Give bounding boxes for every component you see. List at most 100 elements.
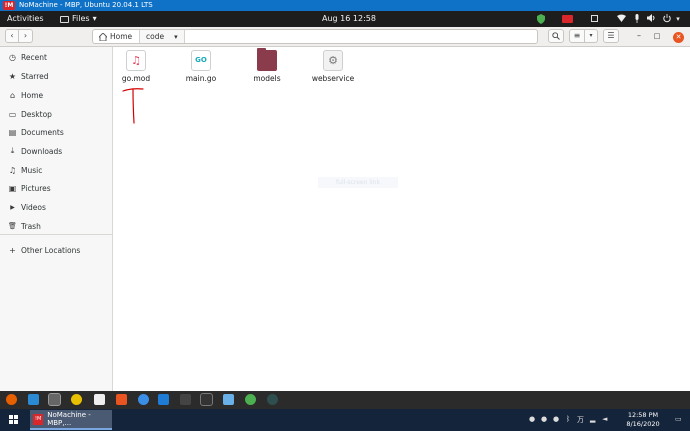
window-title: NoMachine - MBP, Ubuntu 20.04.1 LTS [19,1,153,9]
search-button[interactable] [548,29,564,43]
notification-icon[interactable]: ▭ [675,415,682,423]
sidebar-item-label: Pictures [21,183,51,193]
taskbar-item-label: NoMachine - MBP,... [47,411,91,427]
tray-app-icon[interactable]: ● [541,415,547,423]
nomachine-title-bar: !M NoMachine - MBP, Ubuntu 20.04.1 LTS [0,0,690,11]
sidebar-item-label: Trash [21,221,41,231]
download-icon: ⤓ [10,146,15,155]
breadcrumb-home-label: Home [110,32,133,41]
firefox-icon[interactable] [6,394,17,405]
sidebar-item-videos[interactable]: ▶ Videos [0,198,112,216]
files-app-menu[interactable]: Files ▾ [60,11,97,27]
documents-icon: ▤ [8,127,17,137]
overlay-label: full-screen link [318,177,398,188]
terminal-icon[interactable] [200,393,213,406]
file-item-go-mod[interactable]: ♫ go.mod [111,50,161,83]
top-bar-clock[interactable]: Aug 16 12:58 [322,11,376,27]
clock-time: 12:58 PM [627,411,659,419]
app-dock-icon[interactable] [267,394,278,405]
path-bar: Home code ▾ [92,29,538,44]
breadcrumb-code[interactable]: code ▾ [139,30,185,43]
sidebar-item-other-locations[interactable]: + Other Locations [0,241,112,259]
folder-icon [257,48,277,71]
chevron-down-icon: ▾ [92,14,97,23]
music-icon: ♫ [8,165,17,175]
chrome-icon[interactable] [245,394,256,405]
plus-icon: + [9,245,16,255]
sidebar-item-label: Music [21,165,43,175]
volume-icon[interactable]: ◄ [602,415,607,423]
sidebar-item-trash[interactable]: 🗑 Trash [0,217,112,235]
file-name: main.go [185,74,217,83]
pictures-icon: ▣ [8,183,17,193]
view-options-button[interactable]: ▾ [585,29,598,43]
breadcrumb-home[interactable]: Home [95,31,136,42]
nomachine-logo-icon: !M [3,1,15,10]
maximize-button[interactable]: □ [652,31,662,41]
volume-icon[interactable] [647,14,656,24]
sidebar-item-home[interactable]: ⌂ Home [0,86,112,104]
windows-taskbar: !M NoMachine - MBP,... ● ● ● ᛒ 万 ▂ ◄ 12:… [0,409,690,431]
app-tray-icon[interactable] [591,14,600,24]
tray-app-icon[interactable]: ● [553,415,559,423]
sidebar-item-recent[interactable]: ◷ Recent [0,48,112,66]
executable-icon: ⚙ [323,50,343,71]
windows-start-icon[interactable] [9,415,19,425]
trash-icon: 🗑 [8,222,17,230]
network-icon[interactable]: ▂ [590,415,595,423]
back-button[interactable]: ‹ [5,29,19,43]
video-icon: ▶ [10,203,15,211]
display-icon[interactable] [180,394,191,405]
gnome-top-bar: Activities Files ▾ Aug 16 12:58 ▾ [0,11,690,27]
tray-app-icon[interactable]: ● [529,415,535,423]
file-item-main-go[interactable]: GO main.go [176,50,226,83]
ime-icon[interactable]: 万 [577,415,584,425]
sidebar-item-label: Recent [21,52,47,62]
files-dock-icon[interactable] [48,393,61,406]
go-file-icon: GO [191,50,211,71]
sidebar-item-label: Documents [21,127,64,137]
vscode-icon[interactable] [158,394,169,405]
help-icon[interactable] [138,394,149,405]
nomachine-tray-icon[interactable] [562,14,574,24]
sidebar-item-documents[interactable]: ▤ Documents [0,123,112,141]
chevron-down-icon: ▾ [174,32,178,41]
bluetooth-icon[interactable]: ᛒ [566,415,570,423]
sidebar-item-starred[interactable]: ★ Starred [0,67,112,85]
desktop-icon: ▭ [8,109,17,119]
folder-item-models[interactable]: models [242,48,292,83]
list-view-button[interactable]: ≡ [569,29,585,43]
sidebar-item-desktop[interactable]: ▭ Desktop [0,105,112,123]
files-app-menu-label: Files [72,14,90,23]
system-menu-arrow[interactable]: ▾ [674,14,682,24]
sidebar-item-music[interactable]: ♫ Music [0,161,112,179]
shield-icon[interactable] [536,14,545,24]
minimize-button[interactable]: – [634,31,644,41]
windows-clock[interactable]: 12:58 PM 8/16/2020 [618,411,668,429]
file-item-webservice[interactable]: ⚙ webservice [308,50,358,83]
search-icon [552,32,560,40]
places-sidebar: ◷ Recent ★ Starred ⌂ Home ▭ Desktop ▤ Do… [0,47,113,391]
power-icon[interactable] [662,14,671,24]
libreoffice-writer-icon[interactable] [94,394,105,405]
screenshot-icon[interactable] [223,394,234,405]
wifi-icon[interactable] [617,14,626,24]
close-button[interactable]: ✕ [673,32,684,43]
hamburger-menu-button[interactable]: ☰ [603,29,619,43]
file-name: webservice [311,74,355,83]
home-icon [99,32,107,41]
home-icon: ⌂ [9,90,16,100]
breadcrumb-code-label: code [146,32,165,41]
sidebar-item-downloads[interactable]: ⤓ Downloads [0,142,112,160]
rhythmbox-icon[interactable] [71,394,82,405]
file-view[interactable]: ♫ go.mod GO main.go models ⚙ webservice … [113,47,690,391]
clock-icon: ◷ [9,52,16,62]
taskbar-nomachine-button[interactable]: !M NoMachine - MBP,... [30,410,112,430]
sidebar-item-pictures[interactable]: ▣ Pictures [0,179,112,197]
red-annotation-mark [122,88,144,124]
activities-button[interactable]: Activities [7,11,44,27]
software-center-icon[interactable] [116,394,127,405]
thunderbird-icon[interactable] [28,394,39,405]
forward-button[interactable]: › [19,29,33,43]
microphone-icon[interactable] [633,14,641,24]
